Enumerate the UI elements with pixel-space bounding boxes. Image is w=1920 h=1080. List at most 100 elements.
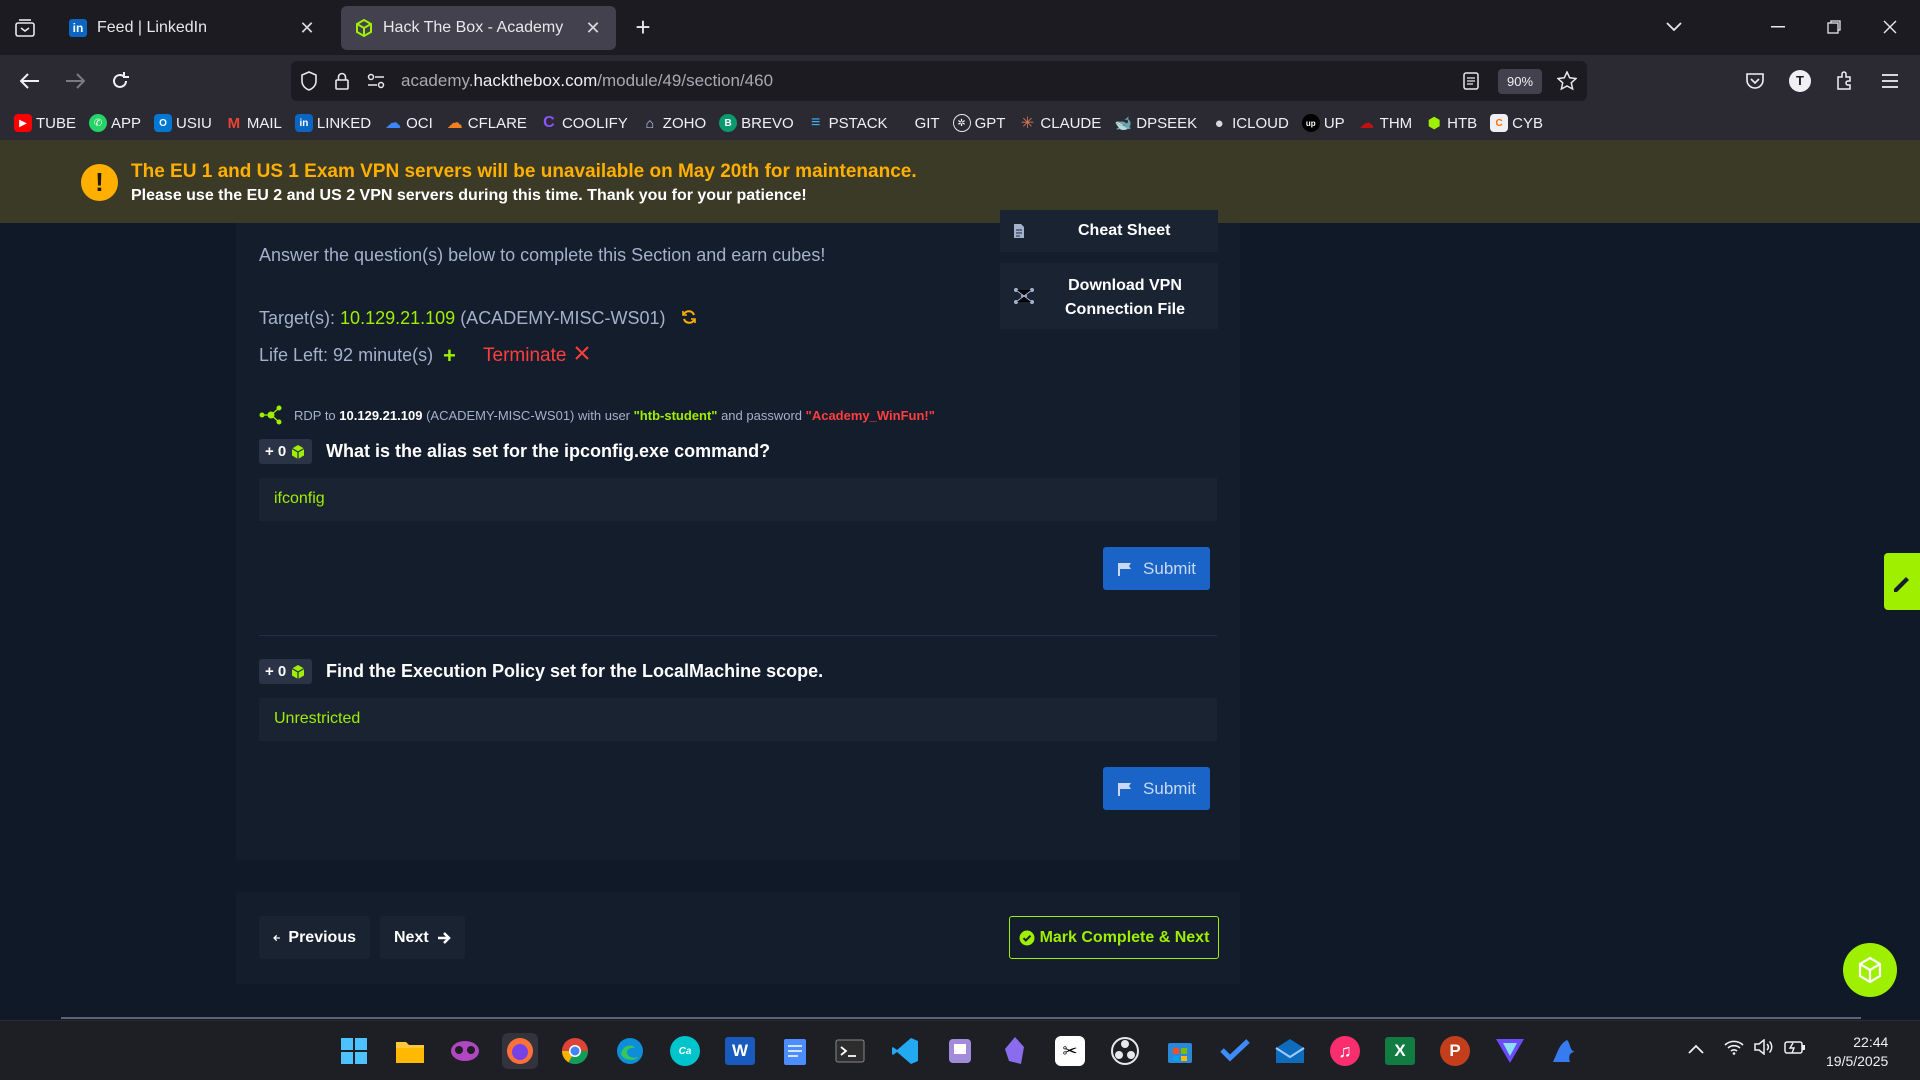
- battery-icon[interactable]: [1784, 1039, 1806, 1059]
- zoom-level[interactable]: 90%: [1498, 69, 1542, 94]
- bookmark-oci[interactable]: ☁ OCI: [384, 114, 433, 133]
- firefox-icon[interactable]: [502, 1033, 538, 1069]
- bookmark-icloud[interactable]: ● ICLOUD: [1210, 114, 1289, 132]
- reader-view-icon[interactable]: [1459, 69, 1483, 93]
- terminate-x-icon[interactable]: [574, 344, 590, 367]
- extend-life-button[interactable]: +: [443, 343, 456, 369]
- windows-start-icon[interactable]: [336, 1033, 372, 1069]
- cheat-sheet-button[interactable]: Cheat Sheet: [1000, 210, 1218, 252]
- word-icon[interactable]: W: [722, 1033, 758, 1069]
- submit-button[interactable]: Submit: [1103, 547, 1210, 590]
- minimize-icon[interactable]: [1758, 10, 1798, 44]
- cheat-sheet-label: Cheat Sheet: [1078, 222, 1171, 239]
- proton-vpn-icon[interactable]: [1492, 1033, 1528, 1069]
- vscode-icon[interactable]: [887, 1033, 923, 1069]
- canva-icon[interactable]: Ca: [667, 1033, 703, 1069]
- extensions-icon[interactable]: [1829, 65, 1861, 97]
- chrome-icon[interactable]: [557, 1033, 593, 1069]
- cube-icon: [1858, 956, 1882, 984]
- download-vpn-button[interactable]: Download VPN Connection File: [1000, 263, 1218, 329]
- tryhackme-icon: ☁: [1359, 115, 1375, 132]
- lock-icon[interactable]: [330, 69, 354, 93]
- bookmark-mail[interactable]: M MAIL: [225, 114, 282, 132]
- answer-input[interactable]: Unrestricted: [259, 698, 1217, 741]
- shield-icon[interactable]: [297, 69, 321, 93]
- cube-icon: [291, 444, 305, 459]
- reload-icon[interactable]: [104, 65, 136, 97]
- close-window-icon[interactable]: [1870, 10, 1910, 44]
- bookmark-claude[interactable]: ✳ CLAUDE: [1018, 114, 1102, 133]
- bookmark-up[interactable]: up UP: [1301, 114, 1345, 132]
- bookmark-usiu[interactable]: O USIU: [154, 114, 212, 132]
- new-tab-button[interactable]: +: [628, 14, 658, 42]
- next-button[interactable]: Next: [380, 916, 465, 959]
- tab-htb-academy[interactable]: Hack The Box - Academy ✕: [341, 6, 616, 50]
- target-label: Target(s):: [259, 308, 336, 328]
- terminate-button[interactable]: Terminate: [483, 345, 566, 367]
- submit-label: Submit: [1143, 778, 1196, 798]
- bookmark-git[interactable]: GIT: [915, 115, 940, 132]
- mail-icon[interactable]: [1272, 1033, 1308, 1069]
- copilot-mask-icon[interactable]: [447, 1033, 483, 1069]
- menu-icon[interactable]: [1874, 65, 1906, 97]
- bookmark-thm[interactable]: ☁ THM: [1358, 114, 1412, 133]
- back-icon[interactable]: [14, 65, 46, 97]
- system-clock[interactable]: 22:44 19/5/2025: [1826, 1033, 1888, 1071]
- htb-cube-fab[interactable]: [1843, 943, 1897, 997]
- close-tab-icon[interactable]: ✕: [298, 18, 316, 38]
- bookmark-htb[interactable]: ⬢ HTB: [1425, 114, 1478, 133]
- powerpoint-icon[interactable]: P: [1437, 1033, 1473, 1069]
- permissions-icon[interactable]: [364, 69, 388, 93]
- wifi-icon[interactable]: [1724, 1039, 1744, 1059]
- horizontal-scrollbar[interactable]: [61, 1017, 1861, 1019]
- edge-icon[interactable]: [612, 1033, 648, 1069]
- pocket-icon[interactable]: [1739, 65, 1771, 97]
- warning-icon: !: [81, 164, 118, 201]
- excel-icon[interactable]: X: [1382, 1033, 1418, 1069]
- app-purple-icon[interactable]: [942, 1033, 978, 1069]
- bookmark-app[interactable]: ✆ APP: [89, 114, 141, 132]
- close-tab-icon[interactable]: ✕: [584, 18, 602, 38]
- todo-icon[interactable]: [1217, 1033, 1253, 1069]
- bookmark-coolify[interactable]: C COOLIFY: [540, 114, 628, 132]
- kali-icon[interactable]: [1547, 1033, 1583, 1069]
- volume-icon[interactable]: [1754, 1038, 1774, 1059]
- feedback-tab[interactable]: [1884, 553, 1920, 610]
- terminal-icon[interactable]: [832, 1033, 868, 1069]
- tab-overflow-icon[interactable]: [1654, 10, 1694, 44]
- arrow-right-icon: [437, 931, 451, 944]
- bookmark-cyb[interactable]: C CYB: [1490, 114, 1543, 132]
- bookmark-tube[interactable]: ▶ TUBE: [14, 114, 76, 132]
- restore-icon[interactable]: [1814, 10, 1854, 44]
- bookmark-brevo[interactable]: B BREVO: [719, 114, 794, 132]
- mark-complete-button[interactable]: Mark Complete & Next: [1009, 916, 1219, 959]
- bookmark-zoho[interactable]: ⌂ ZOHO: [641, 114, 707, 132]
- obs-icon[interactable]: [1107, 1033, 1143, 1069]
- capcut-icon[interactable]: ✂: [1052, 1033, 1088, 1069]
- answer-input[interactable]: ifconfig: [259, 478, 1217, 521]
- linkedin-icon: in: [69, 19, 87, 37]
- openai-icon: ✲: [952, 114, 971, 132]
- bookmark-pstack[interactable]: ≡ PSTACK: [807, 114, 888, 132]
- chevron-up-icon[interactable]: [1688, 1041, 1704, 1058]
- tab-linkedin[interactable]: in Feed | LinkedIn ✕: [55, 6, 330, 50]
- reset-target-icon[interactable]: [681, 309, 697, 330]
- bookmark-cflare[interactable]: ☁ CFLARE: [446, 114, 527, 133]
- bookmark-star-icon[interactable]: [1555, 69, 1579, 93]
- microsoft-store-icon[interactable]: [1162, 1033, 1198, 1069]
- file-explorer-icon[interactable]: [392, 1033, 428, 1069]
- forward-icon[interactable]: [59, 65, 91, 97]
- bookmark-linked[interactable]: in LINKED: [294, 114, 371, 132]
- tab-list-icon[interactable]: [10, 14, 40, 42]
- cube-reward-badge: + 0: [259, 439, 312, 464]
- notepad-icon[interactable]: [777, 1033, 813, 1069]
- itunes-icon[interactable]: ♫: [1327, 1033, 1363, 1069]
- submit-button[interactable]: Submit: [1103, 767, 1210, 810]
- bookmark-gpt[interactable]: ✲ GPT: [952, 114, 1005, 132]
- bookmark-dpseek[interactable]: 🐋 DPSEEK: [1114, 114, 1198, 132]
- previous-button[interactable]: Previous: [259, 916, 370, 959]
- profile-avatar[interactable]: T: [1784, 65, 1816, 97]
- url-bar[interactable]: academy.hackthebox.com/module/49/section…: [291, 61, 1587, 101]
- obsidian-icon[interactable]: [997, 1033, 1033, 1069]
- target-ip[interactable]: 10.129.21.109: [340, 308, 455, 328]
